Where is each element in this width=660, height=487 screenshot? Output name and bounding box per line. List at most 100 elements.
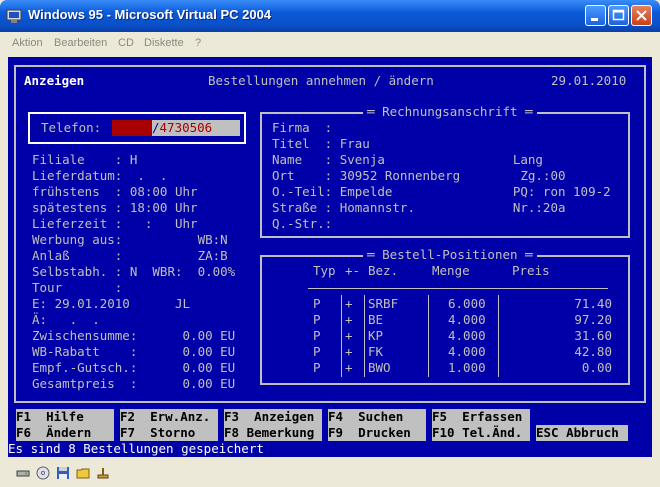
- field-selbstabh: Selbstabh. : N WBR: 0.00%: [32, 264, 236, 279]
- field-zwischensumme: Zwischensumme: 0.00 EU: [32, 328, 236, 343]
- mode-label: Anzeigen: [24, 73, 85, 88]
- telefon-number-field[interactable]: /4730506: [152, 120, 240, 136]
- row-pm: +: [345, 312, 353, 327]
- menu-bar: Aktion Bearbeiten CD Diskette ?: [4, 32, 656, 54]
- menu-bearbeiten[interactable]: Bearbeiten: [54, 37, 107, 49]
- row-bez: FK: [368, 344, 384, 359]
- field-lieferdatum: Lieferdatum: . .: [32, 168, 168, 183]
- menu-help[interactable]: ?: [195, 37, 201, 49]
- fkey-f7-storno[interactable]: F7 Storno: [120, 425, 218, 441]
- row-pm: +: [345, 328, 353, 343]
- field-filiale: Filiale : H: [32, 152, 138, 167]
- virtual-pc-icon: [6, 9, 22, 23]
- header-divider: [308, 288, 608, 289]
- menu-cd[interactable]: CD: [118, 37, 134, 49]
- maximize-icon: [612, 9, 625, 21]
- fkey-f2-erw-anz[interactable]: F2 Erw.Anz.: [120, 409, 218, 425]
- floppy-icon[interactable]: [56, 466, 70, 480]
- row-menge: 6.000: [448, 296, 486, 311]
- rechnungsanschrift-title: ═ Rechnungsanschrift ═: [363, 104, 537, 120]
- divider-4: [498, 295, 499, 377]
- field-fruehstens: frühstens : 08:00 Uhr: [32, 184, 198, 199]
- fkey-f8-bemerkung[interactable]: F8 Bemerkung: [224, 425, 322, 441]
- rechnung-name: Name : Svenja Lang: [272, 152, 543, 167]
- minimize-icon: [591, 18, 598, 21]
- fkey-esc-abbruch[interactable]: ESC Abbruch: [536, 425, 628, 441]
- divider-1: [341, 295, 342, 377]
- row-preis: 42.80: [574, 344, 612, 359]
- close-button[interactable]: [631, 5, 652, 26]
- minimize-button[interactable]: [585, 5, 606, 26]
- row-preis: 71.40: [574, 296, 612, 311]
- row-menge: 4.000: [448, 312, 486, 327]
- col-header-bez: Bez.: [368, 263, 399, 278]
- telefon-label: Telefon:: [41, 120, 102, 135]
- row-bez: SRBF: [368, 296, 399, 311]
- separator-slash: /: [152, 120, 160, 135]
- row-typ: P: [313, 344, 321, 359]
- rechnung-ortsteil: O.-Teil: Empelde PQ: ron 109-2: [272, 184, 611, 199]
- cd-icon[interactable]: [36, 466, 50, 480]
- field-spaetestens: spätestens : 18:00 Uhr: [32, 200, 198, 215]
- fkey-f3-anzeigen[interactable]: F3 Anzeigen: [224, 409, 322, 425]
- col-header-menge: Menge: [432, 263, 470, 278]
- row-pm: +: [345, 344, 353, 359]
- row-preis: 0.00: [581, 360, 612, 375]
- field-werbung: Werbung aus: WB:N: [32, 232, 228, 247]
- network-icon[interactable]: [96, 466, 110, 480]
- bestell-positionen-title: ═ Bestell-Positionen ═: [363, 247, 537, 263]
- dos-screen[interactable]: Anzeigen Bestellungen annehmen / ändern …: [8, 57, 652, 457]
- row-menge: 4.000: [448, 328, 486, 343]
- row-bez: KP: [368, 328, 384, 343]
- field-empf-gutsch: Empf.-Gutsch.: 0.00 EU: [32, 360, 236, 375]
- status-message: Es sind 8 Bestellungen gespeichert: [8, 441, 264, 456]
- vpc-status-bar: [4, 459, 656, 487]
- fkey-f10-tel-aend[interactable]: F10 Tel.Änd.: [432, 425, 530, 441]
- screen-title: Bestellungen annehmen / ändern: [208, 73, 434, 88]
- rechnung-firma: Firma :: [272, 120, 333, 135]
- col-header-typ: Typ: [313, 263, 336, 278]
- field-gesamtpreis: Gesamtpreis : 0.00 EU: [32, 376, 236, 391]
- hard-disk-icon[interactable]: [16, 466, 30, 480]
- rechnung-ort: Ort : 30952 Ronnenberg Zg.:00: [272, 168, 566, 183]
- telefon-prefix-field[interactable]: [112, 120, 152, 136]
- divider-3: [428, 295, 429, 377]
- col-header-preis: Preis: [512, 263, 550, 278]
- rechnung-titel: Titel : Frau: [272, 136, 370, 151]
- row-preis: 97.20: [574, 312, 612, 327]
- menu-diskette[interactable]: Diskette: [144, 37, 184, 49]
- field-lieferzeit: Lieferzeit : : Uhr: [32, 216, 198, 231]
- row-menge: 4.000: [448, 344, 486, 359]
- fkey-f9-drucken[interactable]: F9 Drucken: [328, 425, 426, 441]
- window-title: Windows 95 - Microsoft Virtual PC 2004: [28, 7, 272, 22]
- row-typ: P: [313, 312, 321, 327]
- row-bez: BE: [368, 312, 384, 327]
- field-erfasst: E: 29.01.2010 JL: [32, 296, 191, 311]
- row-bez: BWO: [368, 360, 391, 375]
- shared-folder-icon[interactable]: [76, 466, 90, 480]
- menu-aktion[interactable]: Aktion: [12, 37, 43, 49]
- header-date: 29.01.2010: [551, 73, 627, 88]
- row-menge: 1.000: [448, 360, 486, 375]
- row-pm: +: [345, 360, 353, 375]
- close-icon: [636, 10, 647, 21]
- fkey-f1-hilfe[interactable]: F1 Hilfe: [16, 409, 114, 425]
- field-geaendert: Ä: . .: [32, 312, 100, 327]
- field-anlass: Anlaß : ZA:B: [32, 248, 228, 263]
- row-typ: P: [313, 328, 321, 343]
- row-preis: 31.60: [574, 328, 612, 343]
- maximize-button[interactable]: [608, 5, 629, 26]
- row-typ: P: [313, 296, 321, 311]
- rechnung-strasse: Straße : Homannstr. Nr.:20a: [272, 200, 566, 215]
- col-header-pm: +-: [345, 263, 361, 278]
- field-wb-rabatt: WB-Rabatt : 0.00 EU: [32, 344, 236, 359]
- field-tour: Tour :: [32, 280, 123, 295]
- fkey-f4-suchen[interactable]: F4 Suchen: [328, 409, 426, 425]
- row-typ: P: [313, 360, 321, 375]
- divider-2: [364, 295, 365, 377]
- fkey-f5-erfassen[interactable]: F5 Erfassen: [432, 409, 530, 425]
- telefon-number: 4730506: [159, 120, 213, 135]
- row-pm: +: [345, 296, 353, 311]
- fkey-f6-aendern[interactable]: F6 Ändern: [16, 425, 114, 441]
- window-titlebar[interactable]: Windows 95 - Microsoft Virtual PC 2004: [0, 0, 660, 32]
